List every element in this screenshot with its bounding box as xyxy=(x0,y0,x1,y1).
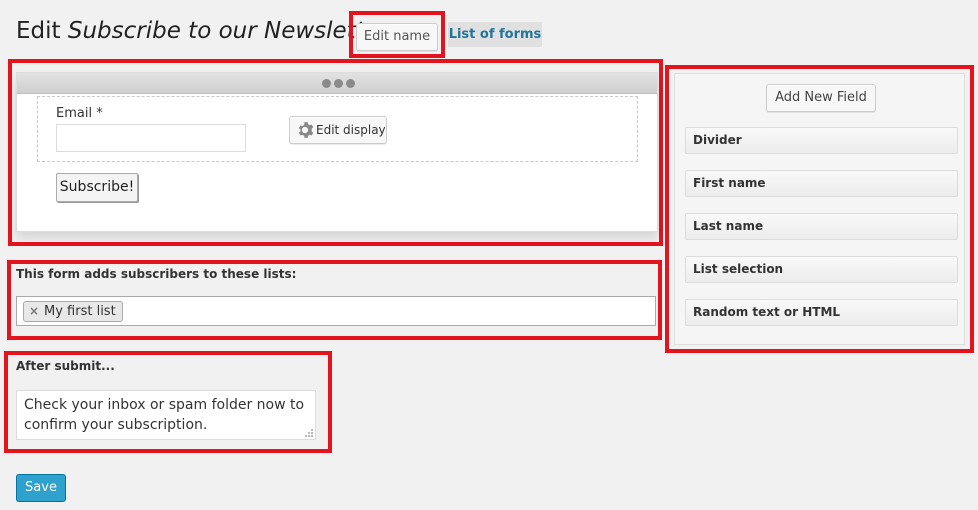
window-dot-icon xyxy=(334,79,343,88)
form-preview: Email * Edit display Subscribe! xyxy=(16,72,658,232)
email-input[interactable] xyxy=(56,124,246,152)
field-item-list-selection[interactable]: List selection xyxy=(685,256,958,283)
after-submit-message-textarea[interactable]: Check your inbox or spam folder now to c… xyxy=(16,390,316,440)
save-button[interactable]: Save xyxy=(16,474,66,502)
gear-icon xyxy=(298,122,314,138)
after-submit-message: Check your inbox or spam folder now to c… xyxy=(24,397,305,433)
email-field-block[interactable]: Email * Edit display xyxy=(37,96,638,162)
add-new-field-button[interactable]: Add New Field xyxy=(766,84,876,112)
lists-label: This form adds subscribers to these list… xyxy=(16,267,297,281)
window-dot-icon xyxy=(322,79,331,88)
field-item-last-name[interactable]: Last name xyxy=(685,213,958,240)
remove-icon[interactable]: × xyxy=(29,302,39,321)
field-item-random-text[interactable]: Random text or HTML xyxy=(685,299,958,326)
edit-display-button[interactable]: Edit display xyxy=(289,116,387,144)
edit-display-label: Edit display xyxy=(316,123,386,137)
list-chip[interactable]: × My first list xyxy=(23,301,123,322)
field-item-divider[interactable]: Divider xyxy=(685,127,958,154)
field-item-first-name[interactable]: First name xyxy=(685,170,958,197)
email-label: Email * xyxy=(56,106,103,121)
subscribe-button[interactable]: Subscribe! xyxy=(56,173,138,202)
after-submit-label: After submit... xyxy=(16,359,115,373)
resize-grip-icon[interactable] xyxy=(303,427,313,437)
list-of-forms-link[interactable]: List of forms xyxy=(448,22,542,47)
list-chip-label: My first list xyxy=(44,304,116,319)
page-title: Edit Subscribe to our Newsletter xyxy=(16,18,388,44)
edit-name-button[interactable]: Edit name xyxy=(356,23,438,51)
preview-window-bar xyxy=(17,73,657,94)
window-dot-icon xyxy=(346,79,355,88)
lists-select[interactable]: × My first list xyxy=(16,296,656,326)
form-name-title: Subscribe to our Newsletter xyxy=(67,18,389,44)
page-title-prefix: Edit xyxy=(16,18,61,44)
fields-panel: Add New Field Divider First name Last na… xyxy=(674,73,965,345)
